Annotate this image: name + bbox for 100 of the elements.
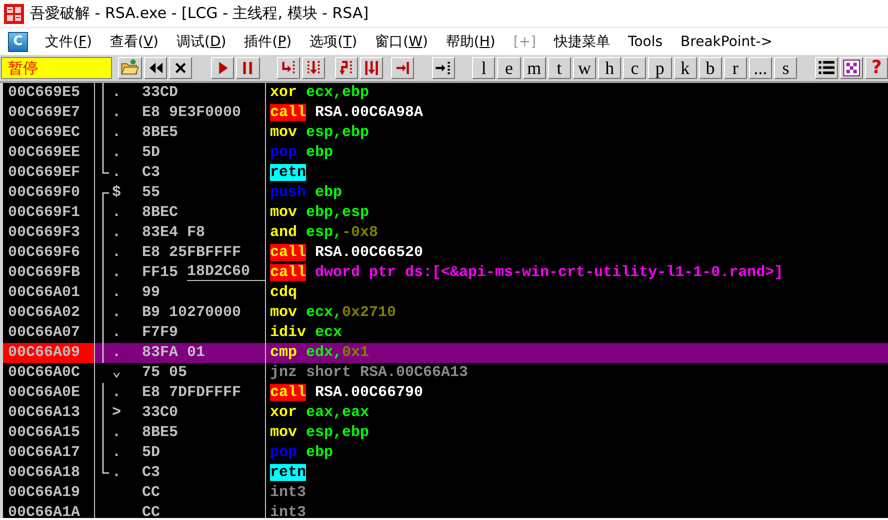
toolbar-button[interactable] xyxy=(118,57,142,79)
menu-item[interactable]: 快捷菜单 xyxy=(547,32,618,50)
hex-bytes: 8BE5 xyxy=(142,423,178,443)
flow-mark: . xyxy=(112,303,122,323)
toolbar-button[interactable] xyxy=(144,57,167,79)
instruction-cell: cdq xyxy=(270,283,298,303)
menu-item[interactable]: BreakPoint-> xyxy=(674,34,780,50)
toolbar-button[interactable] xyxy=(360,57,384,79)
address-cell: 00C669F6 xyxy=(3,243,95,263)
address-cell: 00C66A0C xyxy=(3,363,95,383)
toolbar-button[interactable] xyxy=(236,57,260,79)
toolbar-button[interactable]: s xyxy=(774,57,798,79)
toolbar-button[interactable] xyxy=(168,57,192,79)
toolbar-button[interactable]: l xyxy=(472,57,496,79)
menu-item[interactable]: 文件(F) xyxy=(38,32,99,50)
hex-bytes: 83E4 F8 xyxy=(142,223,206,243)
instruction-cell: cmp edx,0x1 xyxy=(270,343,370,363)
instruction-cell: mov esp,ebp xyxy=(270,123,370,143)
toolbar-button[interactable]: w xyxy=(572,57,596,79)
address-cell: 00C66A1A xyxy=(3,503,95,518)
menu-item[interactable]: Tools xyxy=(621,34,670,50)
instruction-cell: call RSA.00C66520 xyxy=(270,243,424,263)
toolbar-button[interactable] xyxy=(276,57,300,79)
status-indicator: 暂停 xyxy=(1,57,112,79)
grid-icon xyxy=(842,58,861,78)
toolbar-button[interactable]: b xyxy=(698,57,722,79)
flow-mark: . xyxy=(112,83,122,103)
hex-bytes: E8 9E3F0000 xyxy=(142,103,242,123)
address-cell: 00C66A18 xyxy=(3,463,95,483)
toolbar-button[interactable]: c xyxy=(623,57,646,79)
instruction-cell: mov esp,ebp xyxy=(270,423,370,443)
instruction-cell: call RSA.00C6A98A xyxy=(270,103,424,123)
address-cell: 00C66A0E xyxy=(3,383,95,403)
instruction-cell: jnz short RSA.00C66A13 xyxy=(270,363,468,383)
hex-bytes: C3 xyxy=(142,163,160,183)
hex-bytes: 75 05 xyxy=(142,363,188,383)
address-cell: 00C669E5 xyxy=(3,83,95,103)
menu-item[interactable]: 选项(T) xyxy=(302,32,364,50)
flow-mark: . xyxy=(112,443,122,463)
menu-item[interactable]: 插件(P) xyxy=(237,32,299,50)
flow-mark: ⌄ xyxy=(112,363,122,383)
hex-bytes: C3 xyxy=(142,463,160,483)
toolbar-button[interactable] xyxy=(814,57,838,79)
hex-bytes: 5D xyxy=(142,143,160,163)
flow-mark: . xyxy=(112,203,122,223)
toolbar-button[interactable]: e xyxy=(497,57,521,79)
toolbar-button[interactable] xyxy=(302,57,326,79)
hex-bytes: 33CD xyxy=(142,83,178,103)
toolbar-button[interactable]: r xyxy=(724,57,747,79)
hex-bytes: 8BEC xyxy=(142,203,178,223)
menu-item[interactable]: 查看(V) xyxy=(103,32,166,50)
address-cell: 00C66A13 xyxy=(3,403,95,423)
window-title: 吾愛破解 - RSA.exe - [LCG - 主线程, 模块 - RSA] xyxy=(30,4,369,23)
hex-bytes: CC xyxy=(142,483,160,503)
menu-item[interactable]: 窗口(W) xyxy=(368,32,435,50)
hex-bytes: 5D xyxy=(142,443,160,463)
toolbar-button[interactable] xyxy=(432,57,455,79)
flow-mark: . xyxy=(112,163,122,183)
toolbar-button[interactable] xyxy=(211,57,234,79)
toolbar-button[interactable] xyxy=(840,57,863,79)
toolbar-button[interactable] xyxy=(391,57,414,79)
flow-mark: . xyxy=(112,143,122,163)
instruction-cell: call RSA.00C66790 xyxy=(270,383,424,403)
instruction-cell: idiv ecx xyxy=(270,323,342,343)
toolbar-button[interactable]: ... xyxy=(748,57,772,79)
instruction-cell: xor ecx,ebp xyxy=(270,83,370,103)
address-cell: 00C66A02 xyxy=(3,303,95,323)
instruction-cell: int3 xyxy=(270,503,306,518)
flow-mark: . xyxy=(112,263,122,283)
flow-mark: . xyxy=(112,103,122,123)
menu-item[interactable]: 调试(D) xyxy=(170,32,234,50)
address-cell: 00C669EE xyxy=(3,143,95,163)
flow-mark: . xyxy=(112,223,122,243)
instruction-cell: mov ecx,0x2710 xyxy=(270,303,396,323)
address-cell: 00C669E7 xyxy=(3,103,95,123)
hex-bytes: CC xyxy=(142,503,160,518)
instruction-cell: retn xyxy=(270,463,306,483)
toolbar-button[interactable]: m xyxy=(522,57,546,79)
toolbar-button[interactable]: p xyxy=(648,57,672,79)
address-cell: 00C66A19 xyxy=(3,483,95,503)
address-cell: 00C669FB xyxy=(3,263,95,283)
flow-mark: . xyxy=(112,463,122,483)
instruction-cell: push ebp xyxy=(270,183,342,203)
instruction-cell: pop ebp xyxy=(270,143,334,163)
instruction-cell: retn xyxy=(270,163,306,183)
hex-bytes: 8BE5 xyxy=(142,123,178,143)
toolbar-button[interactable]: t xyxy=(548,57,571,79)
hex-bytes: E8 7DFDFFFF xyxy=(142,383,242,403)
instruction-cell: call dword ptr ds:[<&api-ms-win-crt-utility-l1-1-0.rand>] xyxy=(270,263,784,283)
toolbar-button[interactable]: h xyxy=(598,57,622,79)
instruction-cell: xor eax,eax xyxy=(270,403,370,423)
toolbar-button[interactable]: k xyxy=(674,57,697,79)
hex-bytes: 99 xyxy=(142,283,160,303)
toolbar-button[interactable] xyxy=(334,57,358,79)
hex-bytes: E8 25FBFFFF xyxy=(142,243,242,263)
flow-mark: . xyxy=(112,123,122,143)
address-cell: 00C66A01 xyxy=(3,283,95,303)
menu-item[interactable]: 帮助(H) xyxy=(438,32,502,50)
flow-mark: . xyxy=(112,283,122,303)
instruction-cell: and esp,-0x8 xyxy=(270,223,378,243)
